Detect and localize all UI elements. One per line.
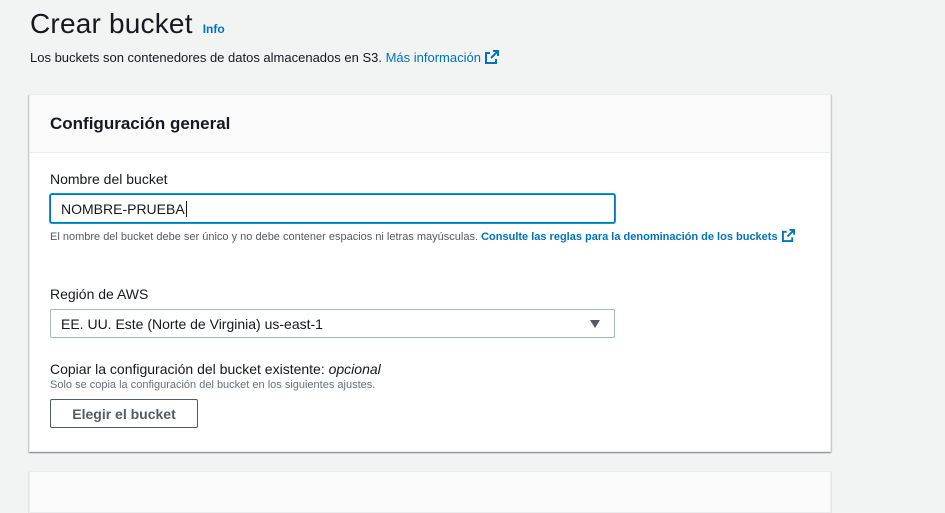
naming-rules-link[interactable]: Consulte las reglas para la denominación… <box>481 229 795 243</box>
more-info-link[interactable]: Más información <box>386 50 499 65</box>
page-title: Crear bucket <box>30 8 193 39</box>
copy-settings-description: Solo se copia la configuración del bucke… <box>50 379 376 391</box>
naming-rules-link-label: Consulte las reglas para la denominación… <box>481 231 778 243</box>
region-label: Región de AWS <box>50 286 149 302</box>
panel-title: Configuración general <box>50 113 231 133</box>
caret-down-icon <box>590 319 600 328</box>
region-select[interactable]: EE. UU. Este (Norte de Virginia) us-east… <box>50 309 615 338</box>
general-config-panel: Configuración general Nombre del bucket … <box>29 94 831 452</box>
constraint-text: El nombre del bucket debe ser único y no… <box>50 231 479 243</box>
bucket-name-input[interactable]: NOMBRE-PRUEBA <box>50 194 615 223</box>
panel-header: Configuración general <box>30 95 830 153</box>
more-info-link-label: Más información <box>385 50 481 65</box>
external-link-icon <box>484 50 499 64</box>
bucket-name-constraint: El nombre del bucket debe ser único y no… <box>50 229 810 245</box>
page-title-row: Crear bucket Info <box>30 8 225 40</box>
choose-bucket-button[interactable]: Elegir el bucket <box>50 399 198 428</box>
optional-tag: opcional <box>328 361 381 377</box>
info-link[interactable]: Info <box>203 22 225 36</box>
next-panel <box>29 471 831 513</box>
copy-settings-label-text: Copiar la configuración del bucket exist… <box>50 361 325 377</box>
region-selected-value: EE. UU. Este (Norte de Virginia) us-east… <box>61 315 323 332</box>
page-description: Los buckets son contenedores de datos al… <box>30 50 499 65</box>
text-cursor <box>185 200 187 217</box>
bucket-name-value: NOMBRE-PRUEBA <box>61 200 185 217</box>
copy-settings-label: Copiar la configuración del bucket exist… <box>50 361 381 377</box>
external-link-icon <box>781 229 795 242</box>
bucket-name-label: Nombre del bucket <box>50 171 168 187</box>
page-description-text: Los buckets son contenedores de datos al… <box>30 50 382 65</box>
